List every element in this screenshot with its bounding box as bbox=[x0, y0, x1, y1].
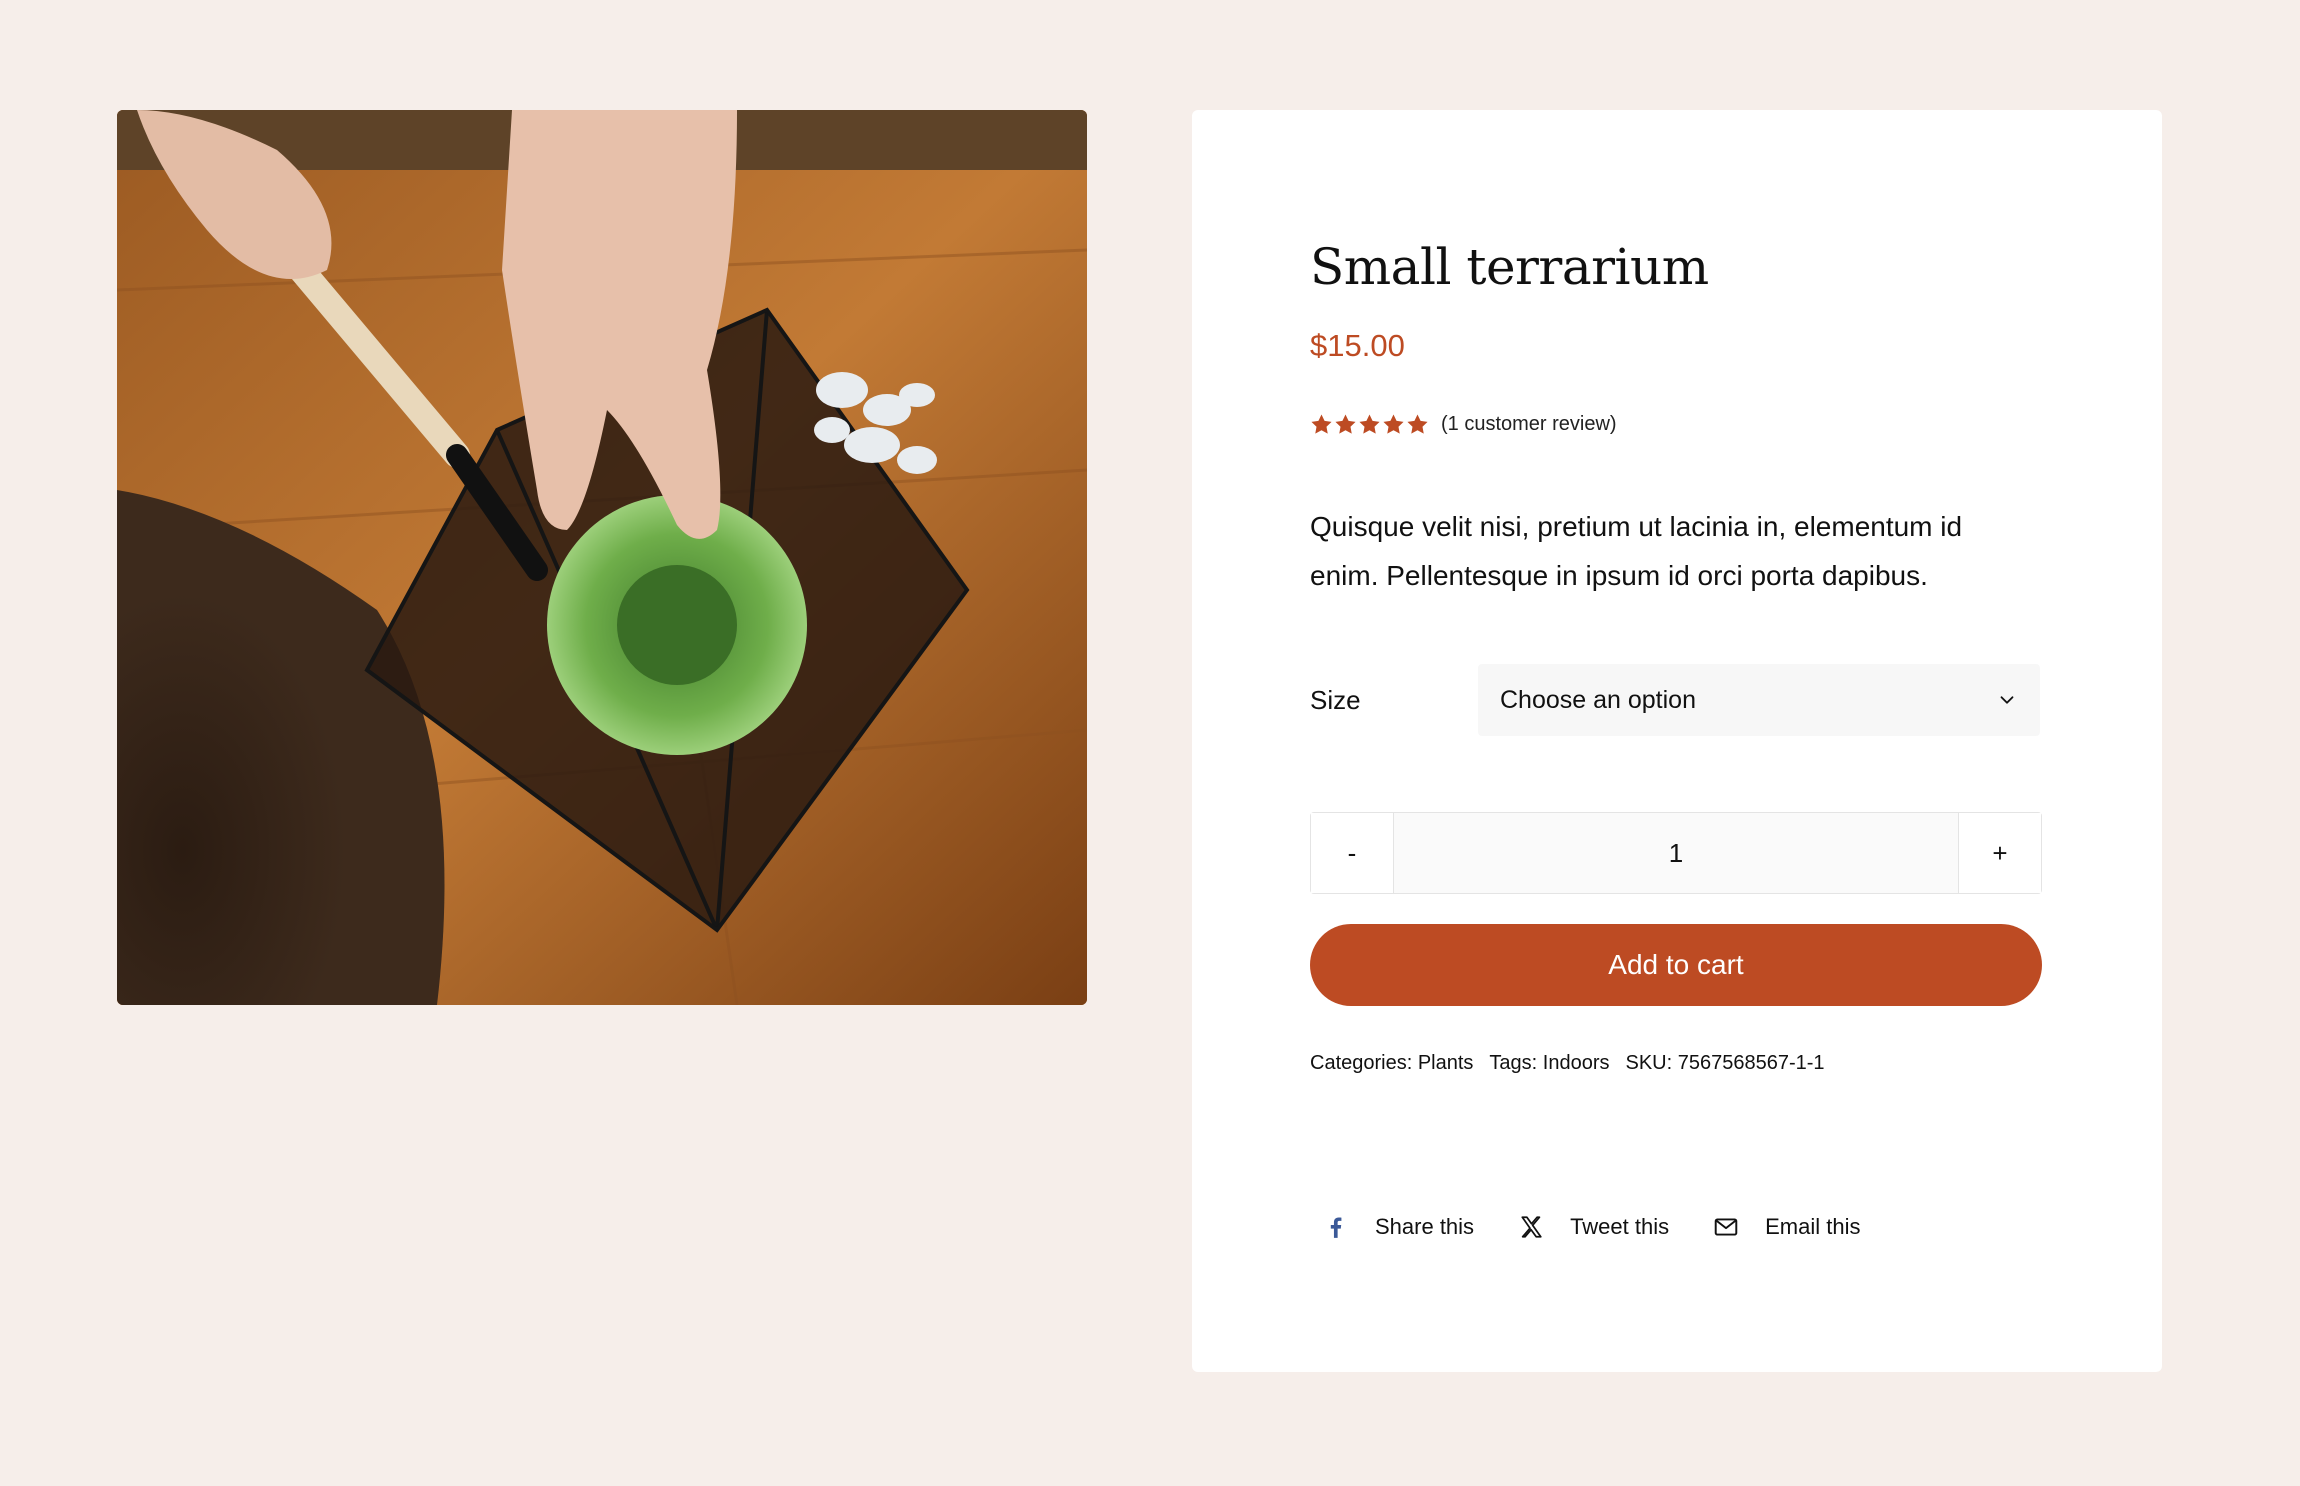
quantity-input[interactable]: 1 bbox=[1393, 813, 1959, 893]
quantity-decrease-button[interactable]: - bbox=[1311, 813, 1393, 893]
quantity-stepper: - 1 + bbox=[1310, 812, 2042, 894]
x-twitter-icon bbox=[1521, 1216, 1542, 1238]
product-description: Quisque velit nisi, pretium ut lacinia i… bbox=[1310, 511, 1963, 591]
product-categories[interactable]: Categories: Plants bbox=[1310, 1052, 1473, 1075]
star-icon bbox=[1311, 414, 1332, 434]
chevron-down-icon bbox=[2000, 696, 2014, 704]
share-facebook-label: Share this bbox=[1375, 1214, 1475, 1239]
size-label: Size bbox=[1310, 684, 1361, 715]
product-sku: SKU: 7567568567-1-1 bbox=[1625, 1052, 1825, 1074]
product-price: $15.00 bbox=[1310, 328, 1405, 363]
product-summary: Small terrarium $15.00 (1 customer revie… bbox=[1192, 110, 2162, 1372]
add-to-cart-button[interactable]: Add to cart bbox=[1310, 924, 2042, 1006]
size-select-value: Choose an option bbox=[1500, 685, 1696, 714]
size-variation-row: Size Choose an option bbox=[1310, 664, 2044, 736]
terrarium-photo bbox=[117, 110, 1087, 1005]
share-twitter-label: Tweet this bbox=[1570, 1214, 1670, 1239]
star-icon bbox=[1359, 414, 1380, 434]
star-icon bbox=[1383, 414, 1404, 434]
product-tags[interactable]: Tags: Indoors bbox=[1489, 1052, 1609, 1075]
product-title: Small terrarium bbox=[1310, 238, 1709, 296]
share-twitter-link[interactable]: Tweet this bbox=[1518, 1214, 1669, 1240]
product-meta: Categories: Plants Tags: Indoors SKU: 75… bbox=[1310, 1052, 1825, 1075]
product-rating: (1 customer review) bbox=[1310, 413, 1617, 436]
star-rating bbox=[1310, 413, 1429, 436]
facebook-icon bbox=[1330, 1217, 1342, 1238]
envelope-icon bbox=[1714, 1218, 1738, 1236]
share-email-label: Email this bbox=[1765, 1214, 1861, 1239]
share-links: Share this Tweet this Email this bbox=[1323, 1214, 1904, 1240]
star-icon bbox=[1407, 414, 1428, 434]
customer-review-link[interactable]: (1 customer review) bbox=[1441, 413, 1617, 436]
size-select[interactable]: Choose an option bbox=[1478, 664, 2040, 736]
product-image[interactable] bbox=[117, 110, 1087, 1005]
quantity-increase-button[interactable]: + bbox=[1959, 813, 2041, 893]
share-email-link[interactable]: Email this bbox=[1713, 1214, 1860, 1240]
share-facebook-link[interactable]: Share this bbox=[1323, 1214, 1474, 1240]
star-icon bbox=[1335, 414, 1356, 434]
